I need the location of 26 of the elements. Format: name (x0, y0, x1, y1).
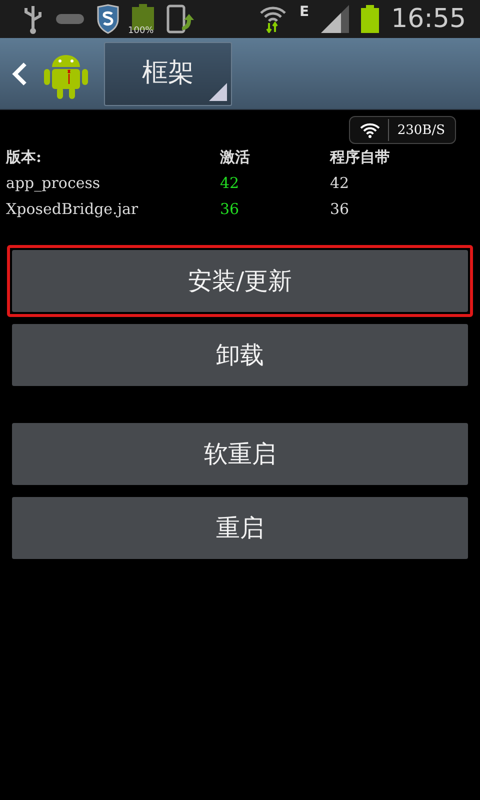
wifi-icon (259, 5, 288, 33)
bundled-version: 42 (330, 174, 350, 192)
column-header: 版本: (6, 148, 43, 166)
action-button[interactable]: 重启 (12, 497, 468, 559)
file-name: app_process (6, 174, 102, 192)
network-type: E (299, 4, 310, 20)
clock: 16:55 (391, 4, 466, 34)
shield-icon (96, 4, 120, 34)
phone-upload-icon (166, 4, 196, 34)
battery-icon (361, 5, 380, 33)
bundled-version: 36 (330, 200, 350, 218)
signal-icon (321, 5, 350, 33)
action-button[interactable]: 安装/更新 (12, 250, 468, 312)
usb-icon (22, 4, 44, 34)
action-button[interactable]: 软重启 (12, 423, 468, 485)
column-header: 程序自带 (330, 148, 391, 166)
column-header: 激活 (220, 148, 251, 166)
speed-reading: 230B/S (397, 122, 445, 138)
file-name: XposedBridge.jar (6, 200, 140, 218)
battery-label: 100% (128, 26, 154, 36)
active-version: 42 (220, 174, 240, 192)
back-icon[interactable] (12, 62, 28, 86)
wifi-icon (360, 122, 380, 138)
section-spinner[interactable]: 框架 (104, 42, 232, 106)
action-button[interactable]: 卸载 (12, 324, 468, 386)
active-version: 36 (220, 200, 240, 218)
